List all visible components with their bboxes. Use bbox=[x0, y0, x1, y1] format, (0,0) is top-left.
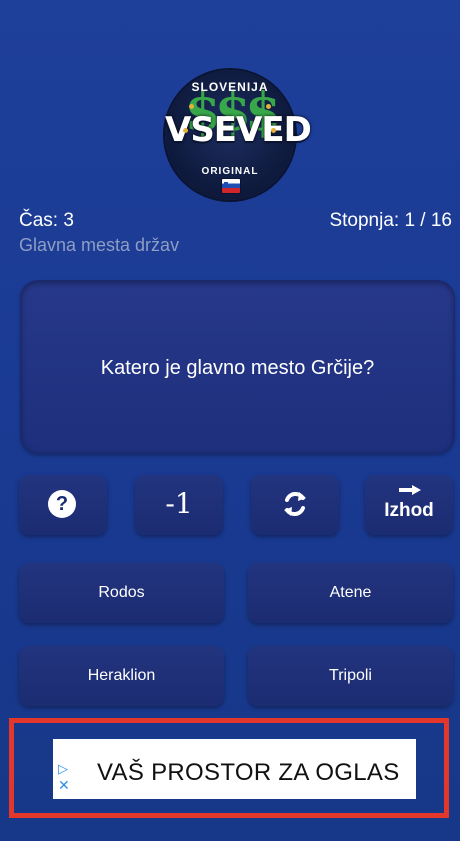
timer-label: Čas: 3 bbox=[19, 210, 74, 231]
vseved-logo: $$$ SLOVENIJA VSEVED ORIGINAL bbox=[165, 70, 312, 200]
exit-label: Izhod bbox=[384, 500, 434, 521]
logo-original-text: ORIGINAL bbox=[201, 166, 259, 177]
swap-question-button[interactable] bbox=[251, 475, 339, 535]
exit-button[interactable]: Izhod bbox=[365, 475, 453, 535]
arrow-right-icon bbox=[399, 485, 421, 495]
ad-banner[interactable]: ▷ ✕ VAŠ PROSTOR ZA OGLAS bbox=[53, 739, 416, 799]
refresh-arrows-icon bbox=[284, 492, 306, 516]
question-card: Katero je glavno mesto Grčije? bbox=[20, 280, 455, 454]
category-label: Glavna mesta držav bbox=[19, 235, 180, 255]
close-icon[interactable]: ✕ bbox=[58, 777, 70, 794]
ad-choices-icon[interactable]: ▷ bbox=[58, 761, 68, 777]
answer-button-a[interactable]: Rodos bbox=[19, 563, 224, 623]
logo-country-text: SLOVENIJA bbox=[191, 80, 269, 94]
logo-dot bbox=[189, 104, 194, 109]
ad-container: ▷ ✕ VAŠ PROSTOR ZA OGLAS bbox=[9, 718, 449, 818]
minus-one-label: -1 bbox=[165, 487, 193, 520]
question-text: Katero je glavno mesto Grčije? bbox=[100, 357, 375, 379]
level-label: Stopnja: 1 / 16 bbox=[329, 210, 452, 231]
answer-button-d[interactable]: Tripoli bbox=[248, 646, 453, 706]
game-screen: $$$ SLOVENIJA VSEVED ORIGINAL Čas: 3 Sto… bbox=[0, 0, 460, 841]
slovenian-flag-icon bbox=[221, 178, 241, 194]
answer-button-b[interactable]: Atene bbox=[248, 563, 453, 623]
question-circle-icon: ? bbox=[48, 490, 76, 518]
answer-button-c[interactable]: Heraklion bbox=[19, 646, 224, 706]
logo-dot bbox=[266, 104, 271, 109]
audience-help-button[interactable]: ? bbox=[19, 475, 107, 535]
ad-text: VAŠ PROSTOR ZA OGLAS bbox=[97, 759, 400, 786]
logo-dot bbox=[271, 128, 276, 133]
logo-dot bbox=[183, 128, 188, 133]
remove-one-answer-button[interactable]: -1 bbox=[135, 475, 223, 535]
